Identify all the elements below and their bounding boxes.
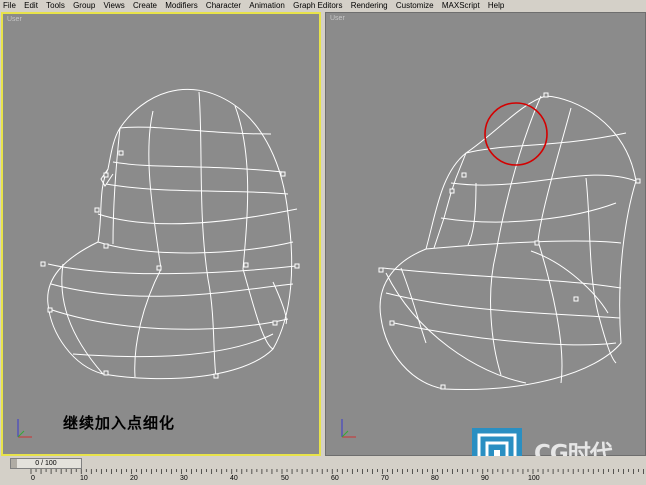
ruler-label: 90 [481, 475, 489, 482]
ruler-label: 100 [528, 475, 540, 482]
ruler-label: 10 [80, 475, 88, 482]
menu-animation[interactable]: Animation [246, 0, 288, 11]
wireframe-right [378, 92, 641, 390]
ruler-label: 0 [31, 475, 35, 482]
time-slider-knob[interactable] [11, 459, 17, 468]
menu-group[interactable]: Group [70, 0, 98, 11]
axis-tripod-icon [17, 419, 32, 438]
menu-help[interactable]: Help [485, 0, 507, 11]
menu-views[interactable]: Views [101, 0, 128, 11]
timeline-ruler[interactable]: 0 10 20 30 40 50 60 70 80 90 100 [0, 469, 646, 485]
menu-bar: File Edit Tools Group Views Create Modif… [0, 0, 646, 11]
wireframe-left [40, 88, 300, 380]
menu-modifiers[interactable]: Modifiers [162, 0, 200, 11]
caption-text: 继续加入点细化 [63, 414, 176, 432]
ruler-label: 60 [331, 475, 339, 482]
menu-character[interactable]: Character [203, 0, 244, 11]
menu-edit[interactable]: Edit [21, 0, 41, 11]
menu-maxscript[interactable]: MAXScript [439, 0, 483, 11]
ruler-ticks [30, 469, 644, 474]
menu-customize[interactable]: Customize [393, 0, 437, 11]
viewport-right[interactable]: User [325, 12, 646, 456]
menu-create[interactable]: Create [130, 0, 160, 11]
axis-tripod-icon [341, 419, 356, 438]
menu-graph-editors[interactable]: Graph Editors [290, 0, 345, 11]
ruler-label: 20 [130, 475, 138, 482]
ruler-label: 40 [230, 475, 238, 482]
ruler-label: 80 [431, 475, 439, 482]
ruler-label: 70 [381, 475, 389, 482]
time-bar: 0 / 100 [0, 456, 646, 469]
menu-file[interactable]: File [0, 0, 19, 11]
ruler-label: 30 [180, 475, 188, 482]
menu-rendering[interactable]: Rendering [348, 0, 391, 11]
time-slider-value: 0 / 100 [35, 460, 57, 467]
menu-tools[interactable]: Tools [43, 0, 68, 11]
viewport-left[interactable]: User [1, 12, 321, 456]
ruler-label: 50 [281, 475, 289, 482]
time-slider[interactable]: 0 / 100 [10, 458, 82, 469]
